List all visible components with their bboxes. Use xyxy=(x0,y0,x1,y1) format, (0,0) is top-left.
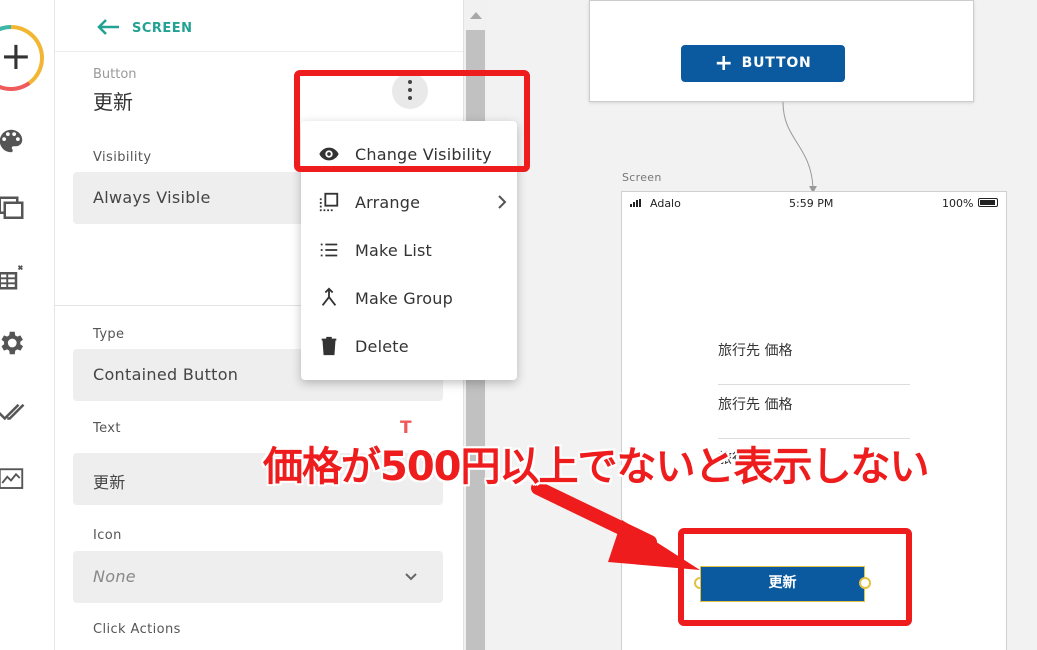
menu-item-make-list[interactable]: Make List xyxy=(301,226,517,274)
status-carrier: Adalo xyxy=(650,197,681,210)
chevron-down-icon xyxy=(405,573,417,581)
back-to-screen-link[interactable]: SCREEN xyxy=(132,21,193,36)
plus-icon: + xyxy=(0,34,32,78)
component-name[interactable]: 更新 xyxy=(93,86,133,115)
icon-select-value: None xyxy=(93,567,136,586)
chevron-right-icon xyxy=(498,195,507,209)
menu-item-label: Delete xyxy=(355,337,409,356)
screen-label: Screen xyxy=(622,171,662,184)
palette-icon[interactable] xyxy=(0,126,26,156)
menu-item-make-group[interactable]: Make Group xyxy=(301,274,517,322)
visibility-label: Visibility xyxy=(93,150,152,165)
left-rail: + xyxy=(0,0,55,650)
menu-item-label: Make Group xyxy=(355,289,453,308)
menu-item-label: Make List xyxy=(355,241,433,260)
list-item[interactable]: 旅行先 価格 xyxy=(718,386,910,439)
plus-icon: + xyxy=(714,51,734,76)
menu-item-delete[interactable]: Delete xyxy=(301,322,517,370)
analytics-icon[interactable] xyxy=(0,463,26,493)
menu-item-label: Arrange xyxy=(355,193,421,212)
icon-label: Icon xyxy=(93,528,122,543)
battery-icon xyxy=(978,198,998,207)
arrange-icon xyxy=(319,192,339,212)
menu-item-arrange[interactable]: Arrange xyxy=(301,178,517,226)
list-item[interactable]: 旅行先 価格 xyxy=(718,332,910,385)
trash-icon xyxy=(321,336,337,356)
publish-check-icon[interactable] xyxy=(0,396,26,426)
database-icon[interactable] xyxy=(0,262,26,292)
type-label: Type xyxy=(93,327,125,342)
merge-icon xyxy=(321,287,337,306)
scroll-up-arrow-icon[interactable] xyxy=(470,12,482,19)
screens-icon[interactable] xyxy=(0,194,26,224)
component-type: Button xyxy=(93,67,137,82)
icon-select[interactable]: None xyxy=(73,551,443,603)
canvas-button-label: BUTTON xyxy=(741,55,812,71)
annotation-arrow-icon xyxy=(531,481,700,570)
annotation-caption: 価格が500円以上でないと表示しない xyxy=(263,444,929,490)
click-actions-label: Click Actions xyxy=(93,622,181,637)
status-time: 5:59 PM xyxy=(789,197,834,210)
signal-icon xyxy=(630,199,641,207)
text-label: Text xyxy=(93,421,121,436)
screen-link-connector xyxy=(782,101,817,193)
add-component-button[interactable]: + xyxy=(0,25,44,91)
previous-screen-card[interactable]: + BUTTON xyxy=(589,0,974,102)
arrow-left-icon[interactable] xyxy=(95,17,121,37)
list-icon xyxy=(320,243,338,257)
status-battery-text: 100% xyxy=(942,197,974,210)
panel-header: SCREEN xyxy=(55,0,463,52)
settings-icon[interactable] xyxy=(0,328,26,358)
app-root: + SCREEN Button 更新 Visibility Always Vis… xyxy=(0,0,1037,650)
annotation-highlight-menu xyxy=(294,70,530,172)
canvas-button[interactable]: + BUTTON xyxy=(681,45,845,82)
annotation-highlight-button xyxy=(678,528,912,626)
